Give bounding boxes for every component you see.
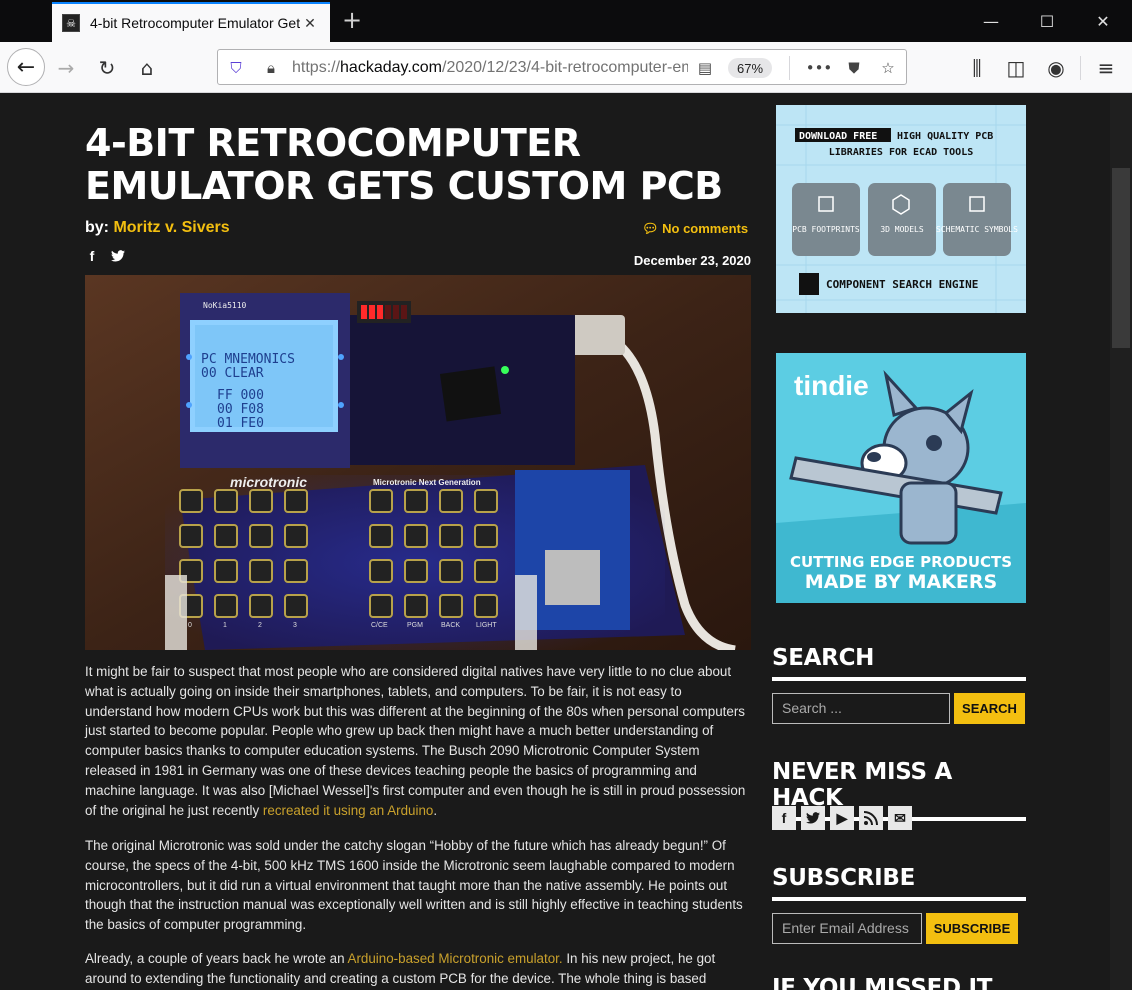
tracking-protection-shield-icon[interactable]: ⛉: [225, 57, 247, 79]
article-headline: 4-BIT RETROCOMPUTER EMULATOR GETS CUSTOM…: [85, 121, 723, 208]
facebook-share-icon[interactable]: f: [84, 248, 100, 264]
article-paragraph-2: The original Microtronic was sold under …: [85, 838, 743, 933]
reader-view-icon[interactable]: ▤: [694, 57, 716, 79]
tab-strip: ☠ 4-bit Retrocomputer Emulator Gets Cust…: [0, 0, 1132, 42]
subscribe-button[interactable]: SUBSCRIBE: [926, 913, 1018, 944]
key-label-digit-1: 1: [223, 622, 227, 629]
article-paragraph-1: It might be fair to suspect that most pe…: [85, 664, 746, 818]
search-button[interactable]: SEARCH: [954, 693, 1025, 724]
email-input[interactable]: Enter Email Address: [772, 913, 922, 944]
if-you-missed-it-heading: IF YOU MISSED IT: [772, 975, 993, 990]
account-icon[interactable]: ◉: [1042, 54, 1070, 82]
ad1-tile-3d-models: 3D MODELS: [880, 225, 924, 234]
ad1-headline: HIGH QUALITY PCB: [897, 131, 993, 142]
facebook-icon[interactable]: f: [772, 806, 796, 830]
library-icon[interactable]: ⫼: [963, 54, 991, 82]
search-input[interactable]: Search ...: [772, 693, 950, 724]
url-separator: [789, 56, 790, 80]
subscribe-heading: SUBSCRIBE: [772, 865, 1026, 901]
lcd-line-1: PC MNEMONICS: [201, 352, 295, 367]
publish-date: December 23, 2020: [633, 253, 751, 268]
scrollbar-thumb[interactable]: [1112, 168, 1130, 348]
key-label-pgm: PGM: [407, 622, 423, 629]
close-window-button[interactable]: ✕: [1075, 0, 1131, 42]
lcd-line-3: FF 000: [217, 388, 264, 403]
url-text[interactable]: https://hackaday.com/2020/12/23/4-bit-re…: [292, 59, 688, 77]
ad1-subline: LIBRARIES FOR ECAD TOOLS: [829, 147, 974, 158]
arduino-emulator-link[interactable]: Arduino-based Microtronic emulator.: [348, 951, 563, 966]
youtube-icon[interactable]: ▶: [830, 806, 854, 830]
tab-title: 4-bit Retrocomputer Emulator Gets Custom…: [90, 15, 300, 31]
bookmark-star-icon[interactable]: ☆: [877, 57, 899, 79]
author-link[interactable]: Moritz v. Sivers: [113, 219, 229, 236]
forward-button[interactable]: →: [52, 54, 80, 82]
toolbar-separator: [1080, 56, 1081, 80]
tindie-ad[interactable]: tindie CUTTING EDGE PRODUCTS MADE BY MAK…: [776, 353, 1026, 603]
key-label-digit-2: 2: [258, 622, 262, 629]
board-brand-text: microtronic: [230, 474, 307, 490]
lcd-line-5: 01 FE0: [217, 416, 264, 431]
article-paragraph-3: Already, a couple of years back he wrote…: [85, 951, 716, 986]
key-label-digit-0: 0: [188, 622, 192, 629]
ad1-tile-pcb-footprints: PCB FOOTPRINTS: [792, 225, 860, 234]
lcd-line-2: 00 CLEAR: [201, 366, 264, 381]
home-button[interactable]: ⌂: [133, 54, 161, 82]
hackaday-favicon-icon: ☠: [62, 14, 80, 32]
board-title-text: Microtronic Next Generation: [373, 478, 481, 487]
key-label-cce: C/CE: [371, 622, 388, 629]
reload-button[interactable]: ↻: [93, 54, 121, 82]
menu-hamburger-icon[interactable]: ≡: [1092, 54, 1120, 82]
minimize-button[interactable]: —: [963, 0, 1019, 42]
key-label-digit-3: 3: [293, 622, 297, 629]
tindie-logo-text: tindie: [794, 370, 869, 401]
tindie-line-2: MADE BY MAKERS: [805, 571, 997, 593]
recreated-arduino-link[interactable]: recreated it using an Arduino: [263, 803, 433, 818]
key-label-light: LIGHT: [476, 622, 497, 629]
sidebar-toggle-icon[interactable]: ◫: [1002, 54, 1030, 82]
lcd-module-label: NoKia5110: [203, 301, 247, 310]
search-heading: SEARCH: [772, 645, 1026, 681]
featured-photo: NoKia5110 PC MNEMONICS 00 CLEAR FF 000 0…: [85, 275, 751, 650]
back-button[interactable]: ←: [7, 48, 45, 86]
maximize-button[interactable]: ☐: [1019, 0, 1075, 42]
lock-icon[interactable]: 🔒︎: [260, 57, 282, 79]
close-tab-icon[interactable]: ✕: [300, 13, 320, 33]
comment-bubble-icon: 💬︎: [642, 221, 659, 236]
ad1-download-free: DOWNLOAD FREE: [799, 131, 877, 142]
twitter-icon[interactable]: [801, 806, 825, 830]
pocket-icon[interactable]: ⛊: [843, 57, 865, 79]
ad1-tile-schematic-symbols: SCHEMATIC SYMBOLS: [936, 225, 1018, 234]
twitter-share-icon[interactable]: [110, 248, 126, 264]
pcb-libraries-ad[interactable]: DOWNLOAD FREE HIGH QUALITY PCB LIBRARIES…: [776, 105, 1026, 313]
zoom-level-badge[interactable]: 67%: [728, 58, 772, 78]
key-label-back: BACK: [441, 622, 460, 629]
new-tab-button[interactable]: +: [340, 8, 364, 32]
ad1-footer: COMPONENT SEARCH ENGINE: [826, 278, 978, 291]
navigation-toolbar: ← → ↻ ⌂ ⛉ 🔒︎ https://hackaday.com/2020/1…: [0, 42, 1132, 93]
comments-link[interactable]: 💬︎ No comments: [642, 221, 748, 237]
rss-icon[interactable]: [859, 806, 883, 830]
email-icon[interactable]: ✉: [888, 806, 912, 830]
url-bar[interactable]: ⛉ 🔒︎ https://hackaday.com/2020/12/23/4-b…: [217, 49, 907, 85]
lcd-line-4: 00 F08: [217, 402, 264, 417]
browser-tab[interactable]: ☠ 4-bit Retrocomputer Emulator Gets Cust…: [52, 2, 330, 42]
tindie-line-1: CUTTING EDGE PRODUCTS: [790, 553, 1012, 571]
page-actions-icon[interactable]: •••: [806, 57, 833, 79]
byline: by: Moritz v. Sivers: [85, 219, 230, 236]
